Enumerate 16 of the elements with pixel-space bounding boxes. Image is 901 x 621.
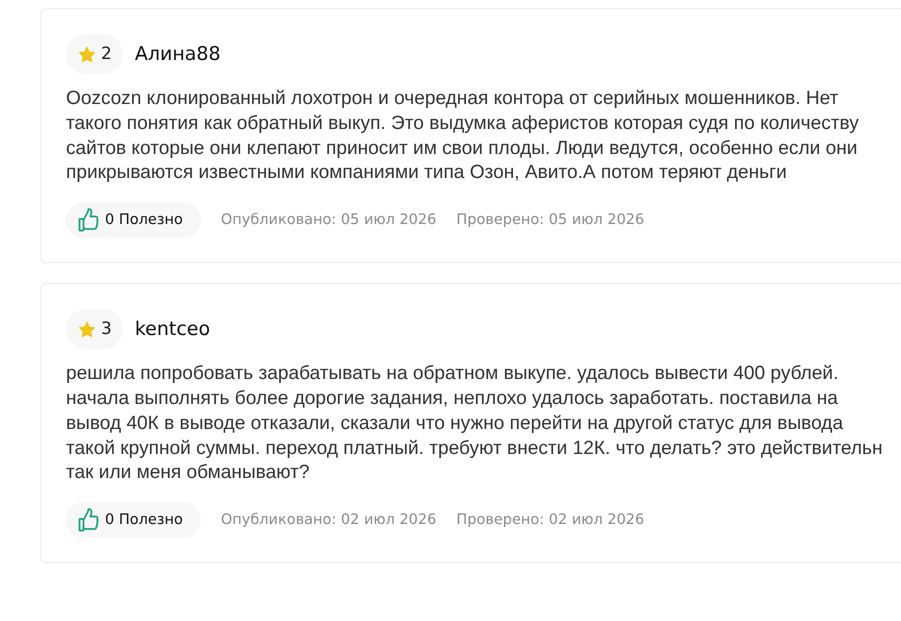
published-date: Опубликовано: 05 июл 2026 bbox=[220, 212, 436, 228]
author-name: Алина88 bbox=[134, 43, 221, 65]
review-text: Oozcozn клонированный лохотрон и очередная контора от серийных мошенников. Нет такого понятия как обратный выкуп. Это выдумка аферистов которая судя по количеству сайтов которые они клепают приносит им свои плоды. Люди ведутся, особенно если они прикрываются известными компаниями типа Озон, Авито.А потом теряют деньги bbox=[66, 87, 860, 186]
rating-value: 2 bbox=[101, 44, 112, 64]
verified-date: Проверено: 05 июл 2026 bbox=[456, 212, 644, 228]
star-icon bbox=[78, 46, 96, 62]
verified-date: Проверено: 02 июл 2026 bbox=[456, 512, 644, 528]
helpful-button[interactable]: 0 Полезно bbox=[66, 502, 201, 538]
published-date: Опубликовано: 02 июл 2026 bbox=[220, 512, 436, 528]
star-icon bbox=[78, 320, 96, 338]
rating-value: 3 bbox=[101, 319, 112, 340]
thumbs-up-icon bbox=[78, 208, 99, 232]
review-text: решила попробовать зарабатывать на обратном выкупе. удалось вывести 400 рублей. начала выполнять более дорогие задания, неплохо удалось заработать. поставила на вывод 40К в выводе отказали, сказали что нужно перейти на другой статус для вывода такой крупной суммы. переход платный. требуют внести 12К. что делать? это действительн так или меня обманывают? bbox=[66, 362, 884, 486]
thumbs-up-icon bbox=[78, 508, 99, 532]
helpful-button[interactable]: 0 Полезно bbox=[66, 202, 201, 238]
author-name: kentceo bbox=[134, 318, 210, 340]
